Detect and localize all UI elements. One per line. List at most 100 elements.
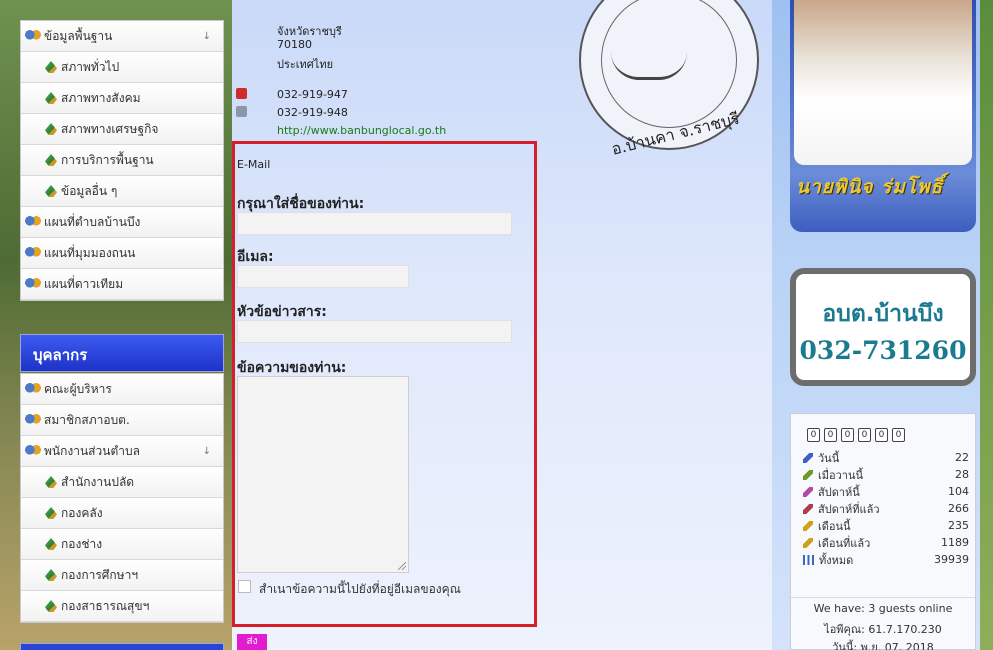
stat-label: เดือนนี้	[818, 519, 851, 533]
stat-label: ทั้งหมด	[819, 553, 854, 567]
leaf-icon	[45, 569, 57, 581]
visitor-ip: ไอพีคุณ: 61.7.170.230	[824, 623, 942, 636]
stat-value: 28	[955, 468, 969, 481]
counter-digit: 0	[824, 428, 837, 442]
mayor-portrait: นายพินิจ ร่มโพธิ์	[790, 0, 976, 232]
stat-value: 1189	[941, 536, 969, 549]
people-icon	[25, 445, 41, 457]
leaf-icon	[45, 600, 57, 612]
people-icon	[25, 414, 41, 426]
leaf-icon	[45, 476, 57, 488]
leaf-icon	[45, 61, 57, 73]
stat-label: สัปดาห์ที่แล้ว	[818, 502, 880, 516]
sidebar-item[interactable]: กองการศึกษาฯ	[21, 560, 223, 591]
sidebar-item[interactable]: ข้อมูลอื่น ๆ	[21, 176, 223, 207]
stat-value: 39939	[934, 553, 969, 566]
people-icon	[25, 278, 41, 290]
leaf-icon	[45, 538, 57, 550]
stat-row: เดือนที่แล้ว 1189	[803, 534, 969, 551]
sidebar-item[interactable]: กองช่าง	[21, 529, 223, 560]
sidebar-item-label: พนักงานส่วนตำบล	[44, 443, 140, 458]
sidebar-item[interactable]: กองสาธารณสุขฯ	[21, 591, 223, 622]
people-icon	[25, 247, 41, 259]
pencil-icon	[803, 537, 813, 548]
copy-to-self-label: สำเนาข้อความนี้ไปยังที่อยู่อีเมลของคุณ	[259, 582, 461, 596]
pencil-icon	[803, 503, 813, 514]
bar-chart-icon	[803, 554, 814, 565]
current-date: วันนี้: พ.ย. 07, 2018	[832, 641, 934, 650]
sidebar-item[interactable]: สำนักงานปลัด	[21, 467, 223, 498]
pencil-icon	[803, 486, 813, 497]
sidebar-item-label: สภาพทางสังคม	[61, 90, 141, 105]
stat-value: 22	[955, 451, 969, 464]
stats-divider	[791, 597, 975, 598]
sidebar-item[interactable]: พนักงานส่วนตำบล ↓	[21, 436, 223, 467]
sidebar-item-label: กองคลัง	[61, 505, 103, 520]
sidebar-item-label: คณะผู้บริหาร	[44, 381, 112, 396]
stat-row: สัปดาห์นี้ 104	[803, 483, 969, 500]
sidebar-item-label: ข้อมูลพื้นฐาน	[44, 28, 113, 43]
sidebar-item[interactable]: สมาชิกสภาอบต.	[21, 405, 223, 436]
email-field[interactable]	[237, 265, 409, 288]
subject-field[interactable]	[237, 320, 512, 343]
copy-to-self-checkbox[interactable]	[238, 580, 251, 593]
stat-label: สัปดาห์นี้	[818, 485, 860, 499]
phone-icon	[236, 88, 247, 99]
right-decorative-strip	[980, 0, 993, 650]
section-header-next	[20, 643, 224, 650]
sidebar-menu-personnel: คณะผู้บริหารสมาชิกสภาอบต. พนักงานส่วนตำบล…	[20, 373, 224, 623]
fax-icon	[236, 106, 247, 117]
counter-digit: 0	[858, 428, 871, 442]
sidebar-item-label: แผนที่ดาวเทียม	[44, 276, 124, 291]
sidebar-item-label: กองช่าง	[61, 536, 103, 551]
stat-value: 266	[948, 502, 969, 515]
arrow-down-icon[interactable]: ↓	[203, 446, 211, 457]
sidebar-item-label: ข้อมูลอื่น ๆ	[61, 183, 118, 198]
message-textarea[interactable]	[237, 376, 409, 573]
stat-label: เมื่อวานนี้	[818, 468, 864, 482]
portrait-name: นายพินิจ ร่มโพธิ์	[796, 176, 944, 198]
counter-digit: 0	[892, 428, 905, 442]
visitor-stats-box: 000000 วันนี้ 22 เมื่อวานนี้ 28 สัปดาห์นี้ 10…	[790, 413, 976, 650]
pencil-icon	[803, 520, 813, 531]
pencil-icon	[803, 469, 813, 480]
leaf-icon	[45, 154, 57, 166]
card-title: อบต.บ้านบึง	[822, 301, 944, 327]
section-header-personnel: บุคลากร	[20, 334, 224, 372]
pencil-icon	[803, 452, 813, 463]
name-field[interactable]	[237, 212, 512, 235]
sidebar-item-label: กองการศึกษาฯ	[61, 567, 139, 582]
sidebar-item-label: การบริการพื้นฐาน	[61, 152, 154, 167]
website-link[interactable]: http://www.banbunglocal.go.th	[277, 124, 446, 137]
stat-row: ทั้งหมด 39939	[803, 551, 969, 568]
card-phone: 032-731260	[799, 336, 967, 365]
arrow-down-icon[interactable]: ↓	[203, 31, 211, 42]
sidebar-item[interactable]: แผนที่ตำบลบ้านบึง	[21, 207, 223, 238]
sidebar-item-label: สภาพทั่วไป	[61, 59, 120, 74]
people-icon	[25, 383, 41, 395]
section-header-label: บุคลากร	[33, 346, 88, 364]
online-guests: We have: 3 guests online	[813, 602, 953, 615]
send-button[interactable]: ส่ง	[237, 634, 267, 650]
sidebar-item[interactable]: การบริการพื้นฐาน	[21, 145, 223, 176]
sidebar-item-label: กองสาธารณสุขฯ	[61, 598, 150, 613]
sidebar-item[interactable]: คณะผู้บริหาร	[21, 374, 223, 405]
sidebar-item[interactable]: แผนที่ดาวเทียม	[21, 269, 223, 300]
sidebar-item[interactable]: แผนที่มุมมองถนน	[21, 238, 223, 269]
sidebar-menu-info: ข้อมูลพื้นฐาน ↓ สภาพทั่วไปสภาพทางสังคมสภาพ…	[20, 20, 224, 301]
contact-fax: 032-919-948	[277, 106, 348, 119]
sidebar-item-label: แผนที่ตำบลบ้านบึง	[44, 214, 141, 229]
stat-row: วันนี้ 22	[803, 449, 969, 466]
stat-row: เมื่อวานนี้ 28	[803, 466, 969, 483]
sidebar-item[interactable]: สภาพทางสังคม	[21, 83, 223, 114]
sidebar-item-label: สภาพทางเศรษฐกิจ	[61, 121, 159, 136]
leaf-icon	[45, 507, 57, 519]
sidebar-item[interactable]: สภาพทั่วไป	[21, 52, 223, 83]
stat-value: 235	[948, 519, 969, 532]
sidebar-item[interactable]: ข้อมูลพื้นฐาน ↓	[21, 21, 223, 52]
visitor-counter-digits: 000000	[807, 428, 905, 442]
sidebar-item[interactable]: สภาพทางเศรษฐกิจ	[21, 114, 223, 145]
resize-grip-icon[interactable]	[398, 562, 406, 570]
sidebar-item-label: สมาชิกสภาอบต.	[44, 412, 130, 427]
sidebar-item[interactable]: กองคลัง	[21, 498, 223, 529]
